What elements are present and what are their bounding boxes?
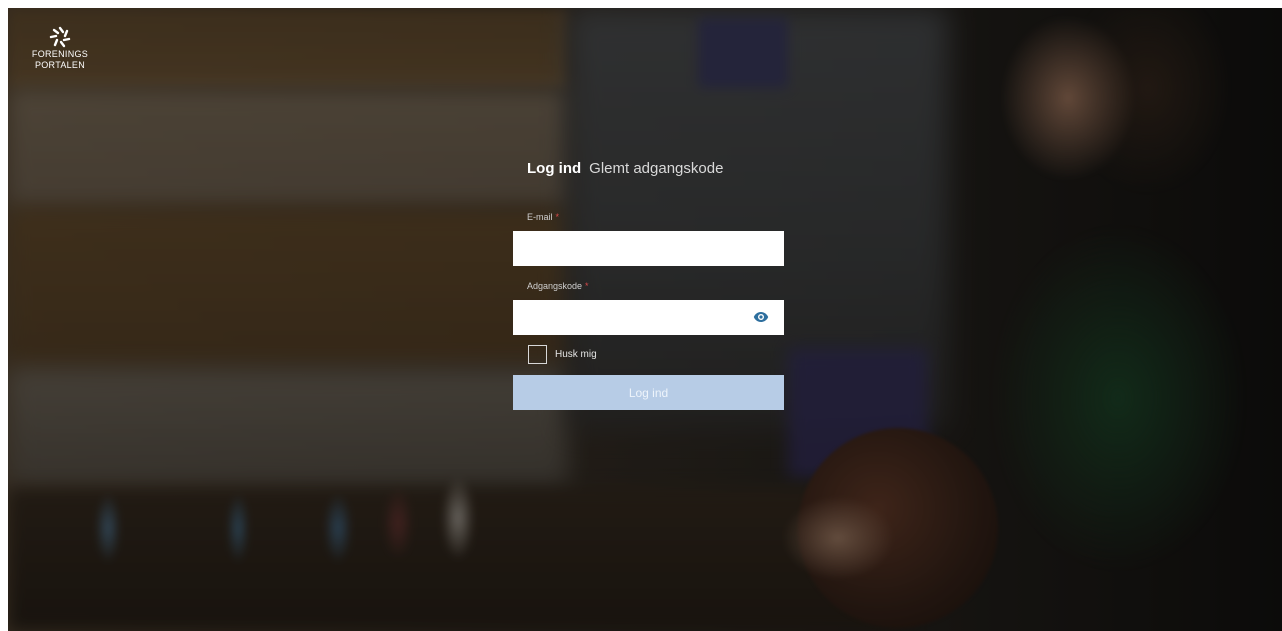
- email-label-text: E-mail: [527, 212, 553, 222]
- eye-icon[interactable]: [753, 311, 769, 323]
- password-field-wrapper: [513, 300, 784, 335]
- brand-logo[interactable]: FORENINGS PORTALEN: [30, 26, 90, 70]
- email-input[interactable]: [513, 231, 784, 266]
- password-label-text: Adgangskode: [527, 281, 583, 291]
- login-tabs: Log ind Glemt adgangskode: [527, 160, 784, 188]
- login-page: FORENINGS PORTALEN Log ind Glemt adgangs…: [0, 0, 1282, 631]
- logo-text-line-2: PORTALEN: [34, 60, 86, 70]
- email-field-wrapper: [513, 231, 784, 266]
- email-label: E-mail *: [527, 212, 784, 223]
- tab-login[interactable]: Log ind: [527, 160, 581, 177]
- remember-me-checkbox[interactable]: [528, 344, 547, 364]
- foreningsportalen-logo-icon: [49, 26, 71, 48]
- remember-me-label[interactable]: Husk mig: [555, 349, 597, 360]
- password-input[interactable]: [513, 300, 784, 335]
- login-button[interactable]: Log ind: [513, 375, 784, 410]
- email-required-mark: *: [555, 212, 560, 222]
- remember-me-row: Husk mig: [528, 343, 784, 365]
- password-required-mark: *: [585, 281, 589, 291]
- login-panel: Log ind Glemt adgangskode E-mail * Adgang…: [513, 160, 784, 410]
- logo-text-line-1: FORENINGS: [31, 49, 89, 59]
- password-label: Adgangskode *: [527, 281, 784, 292]
- tab-forgot-password[interactable]: Glemt adgangskode: [589, 160, 723, 177]
